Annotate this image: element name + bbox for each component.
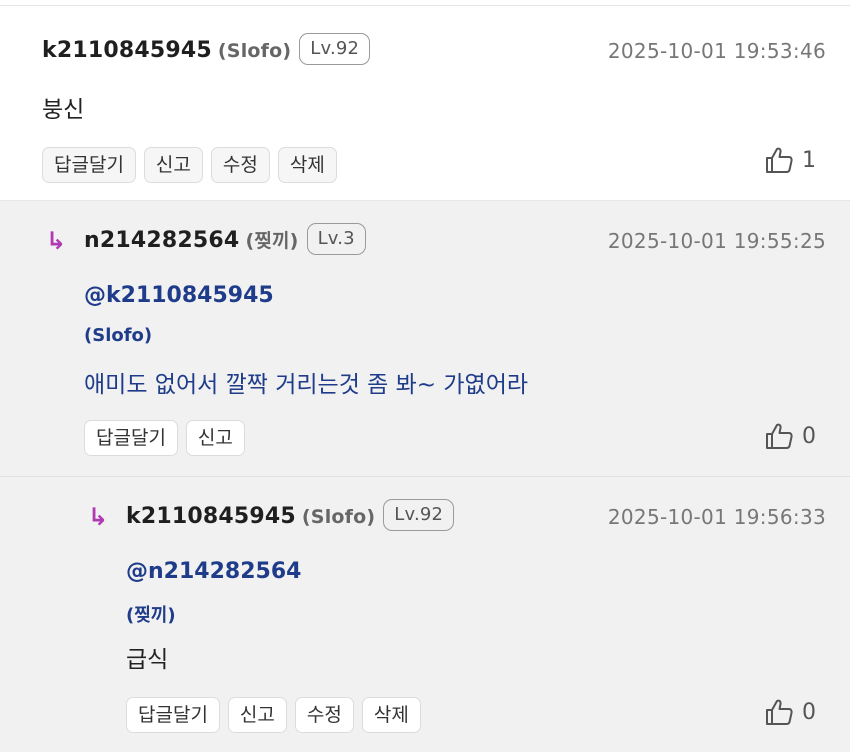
- comment-text: 애미도 없어서 깔짝 거리는것 좀 봐~ 가엾어라: [84, 372, 529, 398]
- author-nickname: (Slofo): [301, 506, 376, 528]
- author-nickname: (Slofo): [217, 40, 292, 62]
- comment-text: 붕신: [42, 97, 85, 123]
- delete-button[interactable]: 삭제: [277, 147, 337, 183]
- report-button[interactable]: 신고: [185, 420, 245, 456]
- delete-button[interactable]: 삭제: [361, 697, 421, 733]
- comment-header: k2110845945 (Slofo) Lv.92 2025-10-01 19:53…: [0, 31, 850, 71]
- comment-actions: 답글달기 신고 수정 삭제: [42, 147, 337, 183]
- timestamp: 2025-10-01 19:56:33: [607, 505, 826, 529]
- like-count: 0: [802, 423, 816, 449]
- level-badge: Lv.92: [383, 499, 455, 531]
- timestamp: 2025-10-01 19:55:25: [607, 229, 826, 253]
- comment-header: ↳ k2110845945 (Slofo) Lv.92 2025-10-01 19:…: [0, 497, 850, 537]
- reply-arrow-icon: ↳: [46, 227, 67, 255]
- mention-link[interactable]: @n214282564: [126, 559, 301, 584]
- report-button[interactable]: 신고: [227, 697, 287, 733]
- reply-button[interactable]: 답글달기: [126, 697, 220, 733]
- thumbs-up-icon: [764, 421, 794, 451]
- like-count: 0: [802, 699, 816, 725]
- author-id[interactable]: n214282564: [84, 228, 239, 253]
- author-nickname: (찢끼): [245, 230, 299, 252]
- like-button[interactable]: 0: [764, 421, 816, 451]
- level-badge: Lv.92: [299, 33, 371, 65]
- report-button[interactable]: 신고: [143, 147, 203, 183]
- like-button[interactable]: 0: [764, 697, 816, 727]
- reply-button[interactable]: 답글달기: [84, 420, 178, 456]
- like-button[interactable]: 1: [764, 145, 816, 175]
- author[interactable]: n214282564 (찢끼) Lv.3: [84, 221, 366, 261]
- level-badge: Lv.3: [306, 223, 366, 255]
- reply-comment: ↳ k2110845945 (Slofo) Lv.92 2025-10-01 19:…: [0, 476, 850, 752]
- reply-comment: ↳ n214282564 (찢끼) Lv.3 2025-10-01 19:55:25…: [0, 200, 850, 476]
- comment-header: ↳ n214282564 (찢끼) Lv.3 2025-10-01 19:55:25: [0, 221, 850, 261]
- mention-nickname: (Slofo): [84, 325, 153, 346]
- thumbs-up-icon: [764, 697, 794, 727]
- thumbs-up-icon: [764, 145, 794, 175]
- author[interactable]: k2110845945 (Slofo) Lv.92: [42, 31, 371, 71]
- author-id[interactable]: k2110845945: [42, 38, 212, 63]
- mention-link[interactable]: @k2110845945: [84, 283, 274, 308]
- author[interactable]: k2110845945 (Slofo) Lv.92: [126, 497, 455, 537]
- edit-button[interactable]: 수정: [210, 147, 270, 183]
- comment-actions: 답글달기 신고: [84, 420, 245, 456]
- comment-text: 급식: [126, 647, 169, 673]
- like-count: 1: [802, 147, 816, 173]
- reply-button[interactable]: 답글달기: [42, 147, 136, 183]
- reply-arrow-icon: ↳: [88, 503, 109, 531]
- author-id[interactable]: k2110845945: [126, 504, 296, 529]
- mention-nickname: (찢끼): [126, 605, 176, 626]
- comment-actions: 답글달기 신고 수정 삭제: [126, 697, 421, 733]
- timestamp: 2025-10-01 19:53:46: [607, 39, 826, 63]
- edit-button[interactable]: 수정: [294, 697, 354, 733]
- comment: k2110845945 (Slofo) Lv.92 2025-10-01 19:53…: [0, 6, 850, 200]
